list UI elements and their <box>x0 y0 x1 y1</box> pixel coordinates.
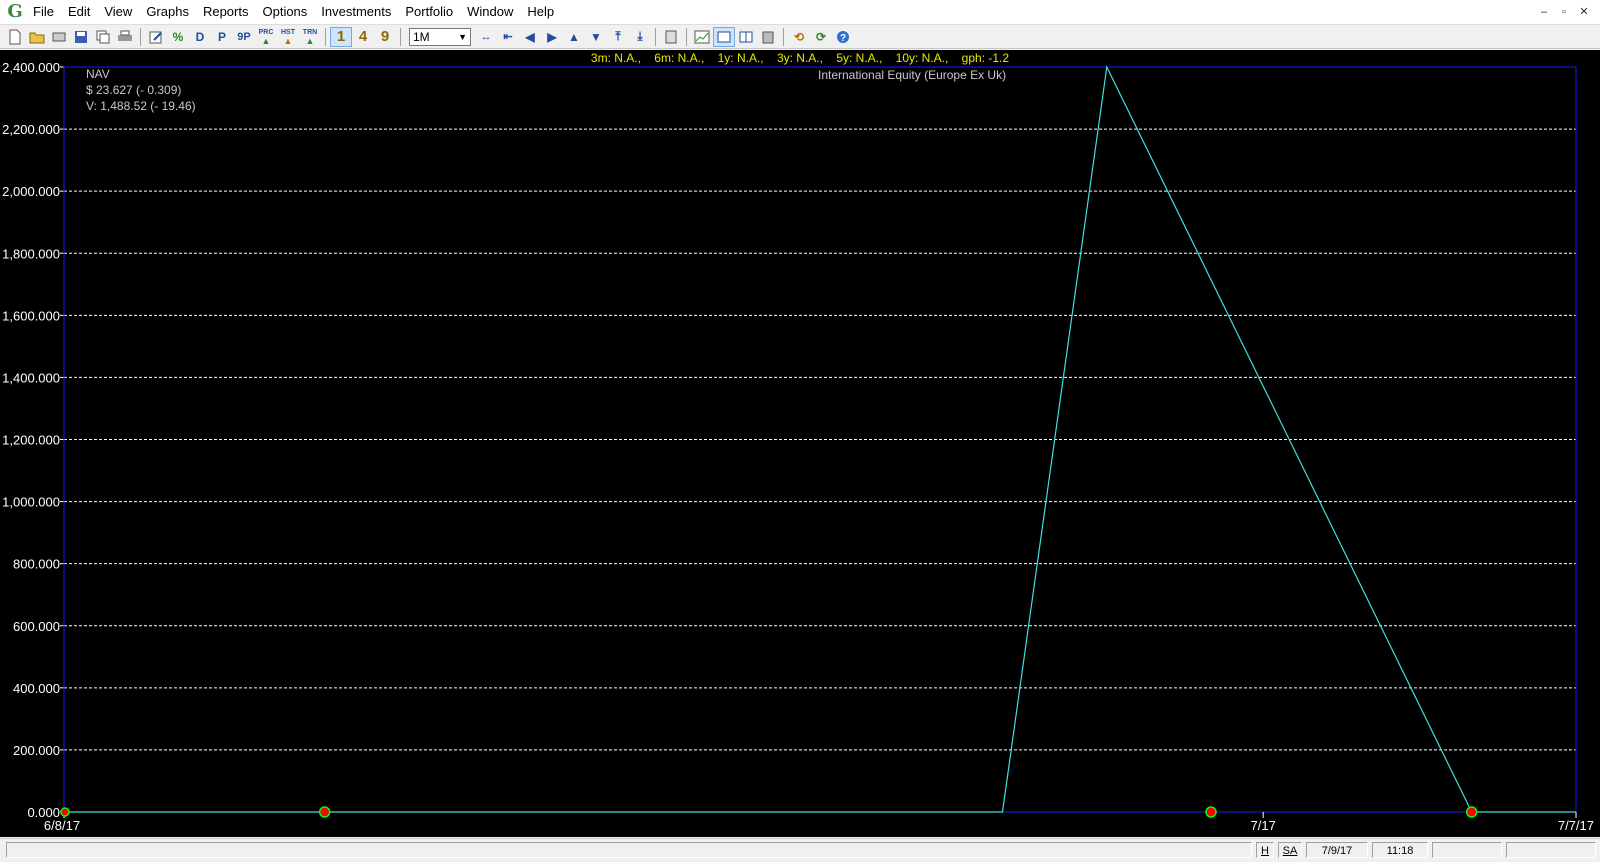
four-button[interactable]: 4 <box>352 27 374 47</box>
status-date: 7/9/17 <box>1306 842 1368 858</box>
period-select[interactable]: 1M ▼ <box>409 27 471 46</box>
toolbar-separator <box>783 27 784 46</box>
sync-icon[interactable]: ⟳ <box>810 27 832 47</box>
minimize-icon[interactable]: – <box>1534 0 1554 24</box>
prc-button[interactable]: PRC ▲ <box>255 27 277 47</box>
menu-graphs[interactable]: Graphs <box>139 0 196 24</box>
legend-price: $ 23.627 (- 0.309) <box>86 83 182 97</box>
menu-view[interactable]: View <box>97 0 139 24</box>
menu-help[interactable]: Help <box>520 0 561 24</box>
chart-icon[interactable] <box>691 27 713 47</box>
menu-investments[interactable]: Investments <box>314 0 398 24</box>
prc-glyph: ▲ <box>261 35 271 46</box>
save-icon[interactable] <box>70 27 92 47</box>
expand-horizontal-icon[interactable]: ↔ <box>475 27 497 47</box>
y-tick-label: 800.000 <box>13 557 60 572</box>
menu-file[interactable]: File <box>26 0 61 24</box>
transaction-marker <box>1205 806 1217 818</box>
transaction-marker <box>318 806 331 818</box>
y-tick-label: 1,600.000 <box>2 308 60 323</box>
svg-text:?: ? <box>840 33 846 44</box>
fund-category: International Equity (Europe Ex Uk) <box>818 68 1007 82</box>
x-tick-label: 6/8/17 <box>44 818 80 833</box>
9p-button[interactable]: 9P <box>233 27 255 47</box>
y-tick-label: 1,800.000 <box>2 246 60 261</box>
toolbar-separator <box>686 27 687 46</box>
clipboard-icon[interactable] <box>757 27 779 47</box>
hst-button[interactable]: HST ▲ <box>277 27 299 47</box>
single-window-icon[interactable] <box>713 26 735 47</box>
copy-icon[interactable] <box>92 27 114 47</box>
percent-icon[interactable]: % <box>167 27 189 47</box>
menu-edit[interactable]: Edit <box>61 0 97 24</box>
nav-chart[interactable]: 0.000200.000400.000600.000800.0001,000.0… <box>0 50 1600 837</box>
chart-legend: NAV $ 23.627 (- 0.309) V: 1,488.52 (- 19… <box>86 66 196 114</box>
trn-glyph: ▲ <box>305 35 315 46</box>
period-value: 1M <box>413 29 430 44</box>
y-tick-label: 1,000.000 <box>2 495 60 510</box>
arrow-up-end-icon[interactable]: ⤒ <box>607 27 629 47</box>
menu-bar: G File Edit View Graphs Reports Options … <box>0 0 1600 25</box>
y-tick-label: 200.000 <box>13 743 60 758</box>
status-bar: H SA 7/9/17 11:18 <box>0 838 1600 862</box>
calculator-icon[interactable] <box>660 27 682 47</box>
y-tick-label: 2,200.000 <box>2 122 60 137</box>
status-message <box>6 842 1252 858</box>
help-icon[interactable]: ? <box>832 27 854 47</box>
contract-horizontal-icon[interactable]: ⇤ <box>497 27 519 47</box>
y-tick-label: 400.000 <box>13 681 60 696</box>
one-button[interactable]: 1 <box>330 26 352 47</box>
restore-icon[interactable]: ▫ <box>1554 0 1574 24</box>
arrow-right-icon[interactable]: ▶ <box>541 27 563 47</box>
print-icon[interactable] <box>114 27 136 47</box>
app-logo-icon: G <box>7 1 23 22</box>
toolbar-separator <box>140 27 141 46</box>
window-controls: – ▫ ✕ <box>1534 0 1594 24</box>
status-empty-2 <box>1506 842 1596 858</box>
menu-reports[interactable]: Reports <box>196 0 256 24</box>
legend-value: V: 1,488.52 (- 19.46) <box>86 99 196 113</box>
chart-area: 0.000 200.000 400.000 600.000 800.000 1,000.0… <box>0 50 1600 837</box>
toolbar-separator <box>400 27 401 46</box>
chevron-down-icon: ▼ <box>458 31 467 42</box>
print-preview-icon[interactable] <box>48 27 70 47</box>
arrow-left-icon[interactable]: ◀ <box>519 27 541 47</box>
legend-name: NAV <box>86 67 110 81</box>
p-button[interactable]: P <box>211 27 233 47</box>
start-marker <box>60 807 70 817</box>
toolbar-separator <box>325 27 326 46</box>
open-folder-icon[interactable] <box>26 27 48 47</box>
x-tick-label: 7/17 <box>1251 818 1276 833</box>
edit-icon[interactable] <box>145 27 167 47</box>
status-time: 11:18 <box>1372 842 1428 858</box>
status-sa[interactable]: SA <box>1278 842 1302 858</box>
status-empty-1 <box>1432 842 1502 858</box>
y-tick-label: 2,000.000 <box>2 184 60 199</box>
menu-window[interactable]: Window <box>460 0 520 24</box>
hst-glyph: ▲ <box>283 35 293 46</box>
toolbar: % D P 9P PRC ▲ HST ▲ TRN ▲ 1 4 9 1M ▼ ↔ ⇤ ◀… <box>0 25 1600 49</box>
y-tick-label: 1,400.000 <box>2 370 60 385</box>
close-icon[interactable]: ✕ <box>1574 0 1594 24</box>
returns-summary: 3m: N.A., 6m: N.A., 1y: N.A., 3y: N.A., … <box>590 51 1010 65</box>
toolbar-separator <box>655 27 656 46</box>
transaction-marker <box>1465 806 1478 818</box>
y-tick-label: 1,200.000 <box>2 433 60 448</box>
refresh-icon[interactable]: ⟲ <box>788 27 810 47</box>
x-tick-label: 7/7/17 <box>1558 818 1594 833</box>
split-window-icon[interactable] <box>735 27 757 47</box>
arrow-down-end-icon[interactable]: ⤓ <box>629 27 651 47</box>
status-h[interactable]: H <box>1256 842 1274 858</box>
menu-portfolio[interactable]: Portfolio <box>398 0 460 24</box>
menu-options[interactable]: Options <box>255 0 314 24</box>
trn-button[interactable]: TRN ▲ <box>299 27 321 47</box>
nine-button[interactable]: 9 <box>374 27 396 47</box>
new-file-icon[interactable] <box>4 27 26 47</box>
arrow-up-icon[interactable]: ▲ <box>563 27 585 47</box>
d-button[interactable]: D <box>189 27 211 47</box>
y-tick-label: 600.000 <box>13 619 60 634</box>
arrow-down-icon[interactable]: ▼ <box>585 27 607 47</box>
